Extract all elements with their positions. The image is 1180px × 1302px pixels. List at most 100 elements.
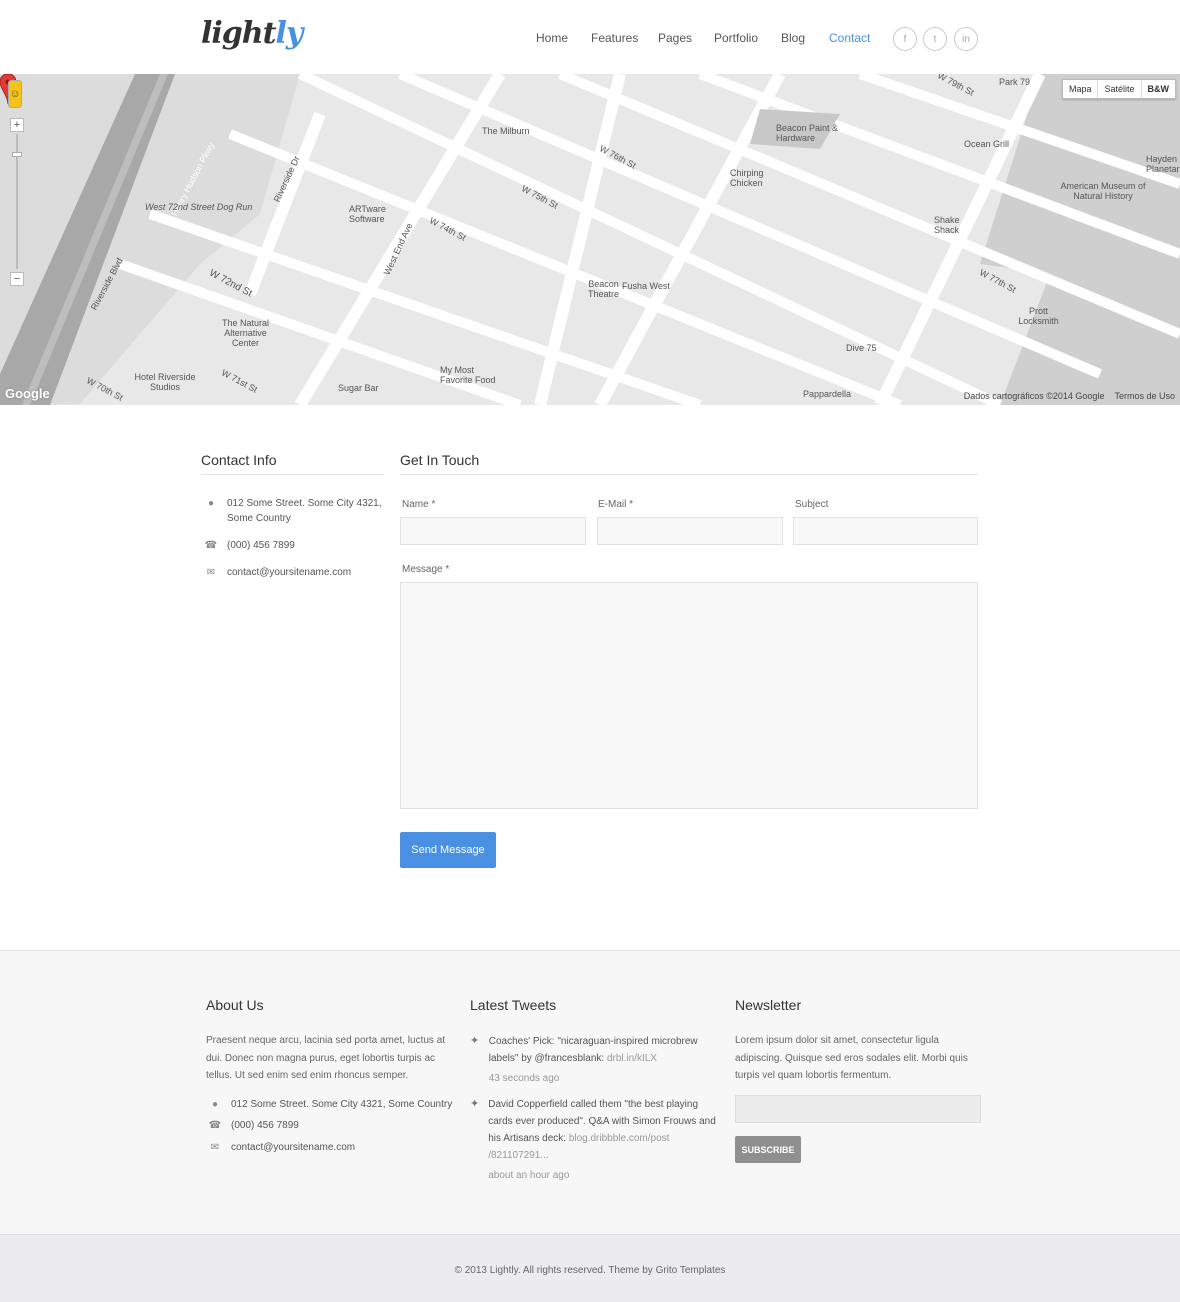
envelope-icon: ✉ bbox=[206, 567, 216, 578]
map-label: Chirping Chicken bbox=[730, 168, 764, 188]
latest-tweets-title: Latest Tweets bbox=[470, 997, 557, 1013]
twitter-bird-icon: ✦ bbox=[470, 1098, 480, 1110]
newsletter-email-input[interactable] bbox=[735, 1095, 981, 1123]
newsletter-title: Newsletter bbox=[735, 997, 802, 1013]
map-label: Ocean Grill bbox=[964, 139, 1010, 149]
footer-email-text[interactable]: contact@yoursitename.com bbox=[231, 1142, 355, 1153]
map-type-satellite[interactable]: Satélite bbox=[1098, 80, 1142, 98]
contact-email: ✉ contact@yoursitename.com bbox=[204, 565, 351, 580]
site-header: lightly Home Features Pages Portfolio Bl… bbox=[0, 0, 1180, 74]
map-zoom-control: ☺ bbox=[8, 80, 22, 108]
map-label: Pappardella bbox=[803, 389, 852, 399]
contact-info-title: Contact Info bbox=[201, 452, 277, 468]
zoom-out-button[interactable]: − bbox=[10, 272, 24, 286]
address-line-1: 012 Some Street. Some City 4321, bbox=[227, 498, 382, 509]
footer-phone-text: (000) 456 7899 bbox=[231, 1120, 299, 1131]
email-label: E-Mail * bbox=[598, 499, 634, 510]
google-logo: Google bbox=[5, 386, 50, 401]
logo-text: light bbox=[201, 16, 276, 51]
map-label: American Museum of Natural History bbox=[1060, 181, 1146, 201]
linkedin-icon[interactable]: in bbox=[954, 27, 978, 51]
tweet-link[interactable]: drbl.in/kILX bbox=[607, 1053, 657, 1064]
send-message-button[interactable]: Send Message bbox=[400, 832, 496, 868]
address-text: 012 Some Street. Some City 4321, Some Cou… bbox=[227, 496, 382, 526]
nav-portfolio[interactable]: Portfolio bbox=[714, 31, 758, 45]
map-label: Hotel Riverside Studios bbox=[134, 372, 196, 392]
phone-icon: ☎ bbox=[204, 540, 218, 551]
logo[interactable]: lightly bbox=[201, 16, 303, 51]
footer: About Us Praesent neque arcu, lacinia se… bbox=[0, 950, 1180, 1234]
email-text[interactable]: contact@yoursitename.com bbox=[227, 565, 351, 580]
map-attribution: Dados cartográficos ©2014 Google Termos … bbox=[964, 391, 1175, 401]
phone-text: (000) 456 7899 bbox=[227, 540, 295, 551]
map-label: My Most Favorite Food bbox=[440, 365, 496, 385]
map-label: West 72nd Street Dog Run bbox=[145, 202, 253, 212]
phone-icon: ☎ bbox=[208, 1120, 222, 1131]
map-label: Beacon Paint & Hardware bbox=[776, 123, 839, 143]
map-label: Beacon Theatre bbox=[587, 279, 620, 299]
twitter-bird-icon: ✦ bbox=[470, 1035, 480, 1047]
about-title: About Us bbox=[206, 997, 264, 1013]
map-label: Park 79 bbox=[999, 77, 1031, 87]
contact-phone: ☎ (000) 456 7899 bbox=[204, 538, 295, 553]
bottom-bar: © 2013 Lightly. All rights reserved. The… bbox=[0, 1234, 1180, 1302]
subscribe-button[interactable]: SUBSCRIBE bbox=[735, 1136, 801, 1163]
newsletter-text: Lorem ipsum dolor sit amet, consectetur … bbox=[735, 1035, 968, 1081]
envelope-icon: ✉ bbox=[210, 1142, 220, 1153]
zoom-slider-thumb[interactable] bbox=[12, 152, 22, 157]
tweet-time: about an hour ago bbox=[488, 1170, 570, 1181]
map-type-control: Mapa Satélite B&W bbox=[1061, 79, 1176, 99]
name-input[interactable] bbox=[400, 517, 586, 545]
subject-label: Subject bbox=[795, 499, 829, 510]
zoom-in-button[interactable]: + bbox=[10, 118, 24, 132]
map-label: Fusha West bbox=[622, 281, 670, 291]
nav-home[interactable]: Home bbox=[536, 31, 568, 45]
map-canvas bbox=[0, 74, 1180, 405]
message-label: Message * bbox=[402, 564, 450, 575]
address-line-2: Some Country bbox=[227, 513, 291, 524]
nav-features[interactable]: Features bbox=[591, 31, 638, 45]
tweet-text: Coaches' Pick: "nicaraguan-inspired micr… bbox=[488, 1036, 698, 1064]
message-textarea[interactable] bbox=[400, 582, 978, 809]
tweet-body: Coaches' Pick: "nicaraguan-inspired micr… bbox=[489, 1033, 720, 1087]
nav-blog[interactable]: Blog bbox=[781, 31, 805, 45]
tweet-body: David Copperfield called them "the best … bbox=[488, 1096, 720, 1184]
footer-address: ● 012 Some Street. Some City 4321, Some … bbox=[208, 1099, 452, 1110]
divider bbox=[201, 474, 384, 475]
map-type-bw[interactable]: B&W bbox=[1142, 80, 1176, 98]
map-marker-icon: ● bbox=[211, 1099, 219, 1110]
map-label: Sugar Bar bbox=[338, 383, 379, 393]
footer-address-text: 012 Some Street. Some City 4321, Some Co… bbox=[231, 1099, 453, 1110]
map-data-credit: Dados cartográficos ©2014 Google bbox=[963, 391, 1105, 401]
map-terms-link[interactable]: Termos de Uso bbox=[1114, 391, 1175, 401]
facebook-icon[interactable]: f bbox=[893, 27, 917, 51]
tweet-time: 43 seconds ago bbox=[488, 1073, 560, 1084]
tweet-item: ✦ David Copperfield called them "the bes… bbox=[470, 1096, 720, 1184]
copyright: © 2013 Lightly. All rights reserved. The… bbox=[454, 1265, 726, 1276]
map-label: Prott Locksmith bbox=[1018, 306, 1059, 326]
footer-phone: ☎ (000) 456 7899 bbox=[208, 1120, 299, 1131]
map-label: Hayden Planetarium bbox=[1146, 154, 1180, 174]
map-marker-icon: ● bbox=[207, 498, 215, 509]
about-text: Praesent neque arcu, lacinia sed porta a… bbox=[206, 1035, 446, 1081]
map-label: The Milburn bbox=[482, 126, 530, 136]
email-input[interactable] bbox=[597, 517, 783, 545]
footer-email: ✉ contact@yoursitename.com bbox=[208, 1142, 355, 1153]
get-in-touch-title: Get In Touch bbox=[400, 452, 480, 468]
map[interactable]: Henry Hudson Pkwy West 72nd Street Dog R… bbox=[0, 74, 1180, 405]
contact-address: ● 012 Some Street. Some City 4321, Some C… bbox=[204, 496, 382, 526]
subject-input[interactable] bbox=[793, 517, 978, 545]
pegman-icon[interactable]: ☺ bbox=[8, 80, 22, 108]
nav-contact[interactable]: Contact bbox=[829, 31, 870, 45]
map-type-map[interactable]: Mapa bbox=[1063, 80, 1099, 98]
tweet-item: ✦ Coaches' Pick: "nicaraguan-inspired mi… bbox=[470, 1033, 720, 1087]
twitter-icon[interactable]: t bbox=[923, 27, 947, 51]
map-label: The Natural Alternative Center bbox=[221, 318, 270, 348]
map-label: ARTware Software bbox=[349, 204, 386, 224]
divider bbox=[400, 474, 978, 475]
map-label: Dive 75 bbox=[846, 343, 877, 353]
map-label: Shake Shack bbox=[934, 215, 960, 235]
name-label: Name * bbox=[402, 499, 436, 510]
logo-accent: ly bbox=[275, 16, 303, 51]
nav-pages[interactable]: Pages bbox=[658, 31, 692, 45]
